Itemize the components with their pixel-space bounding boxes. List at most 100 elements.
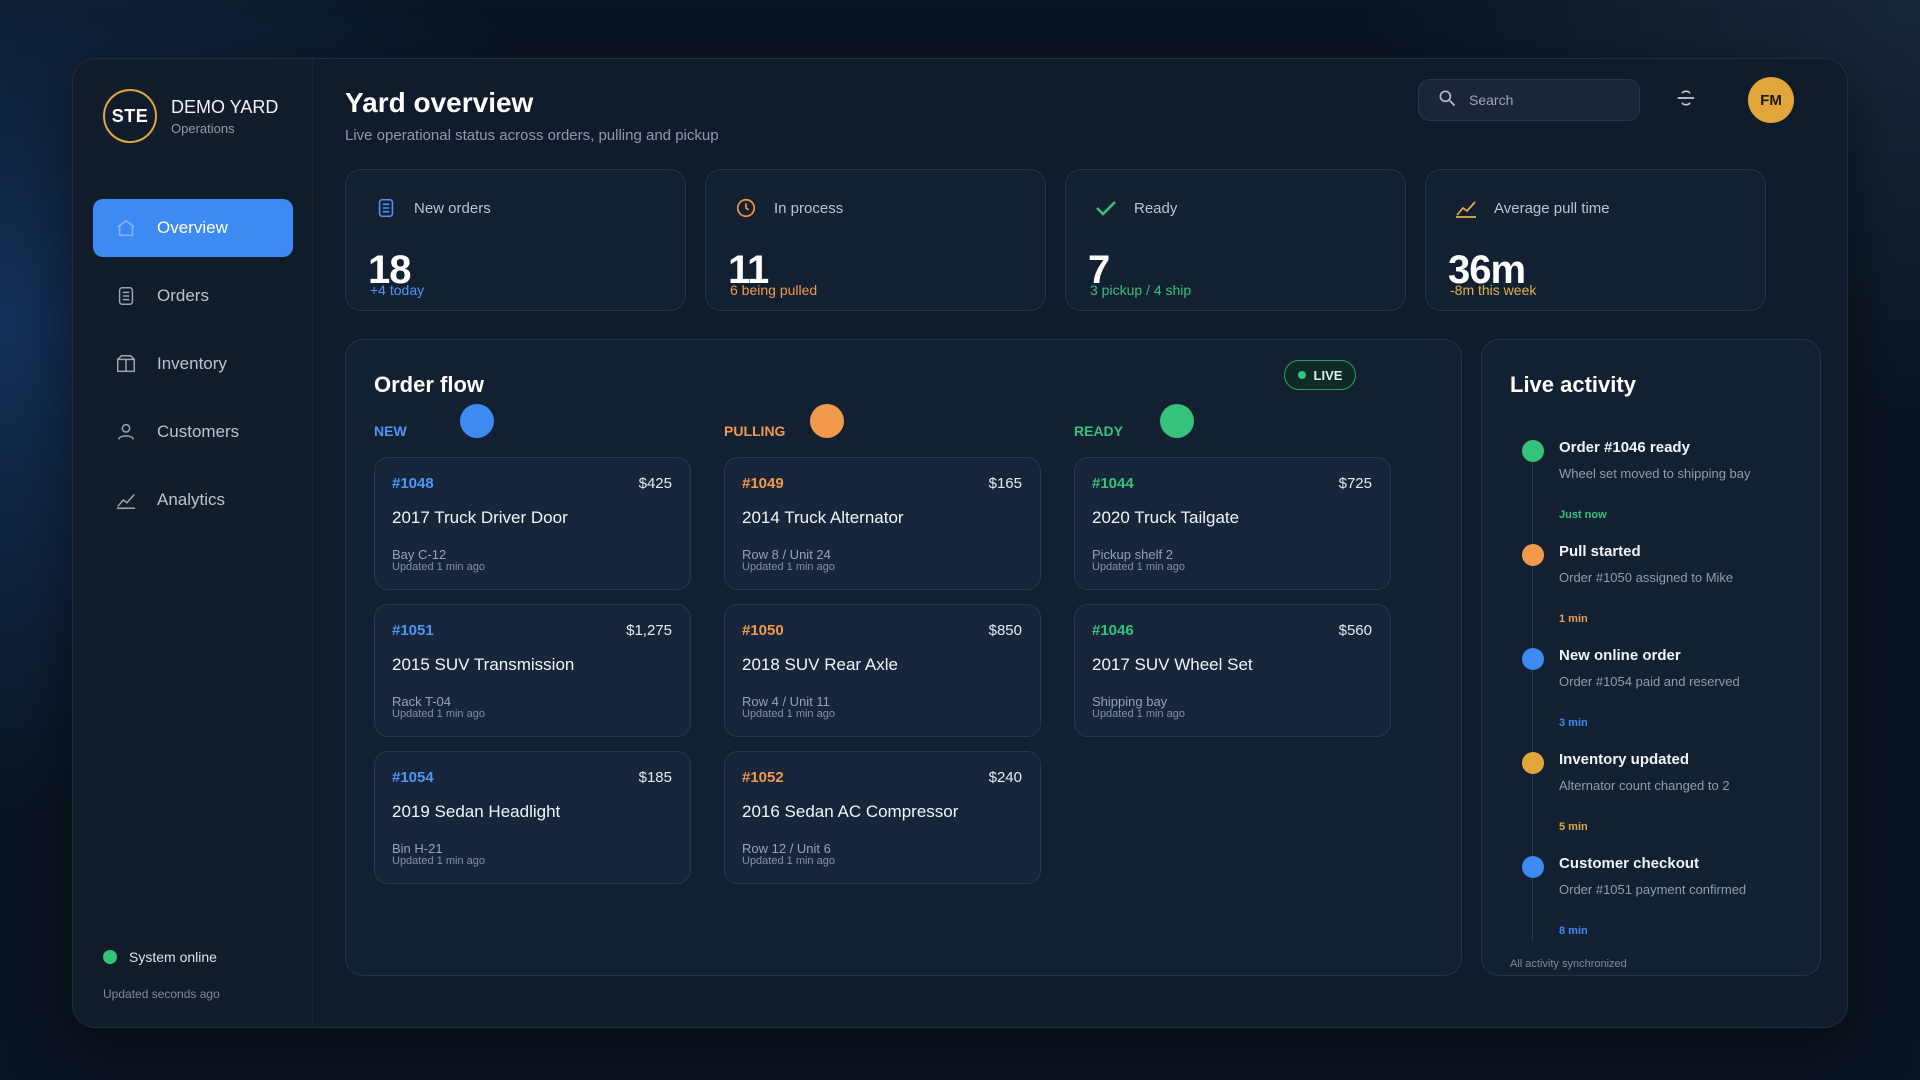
status-dot: [103, 950, 117, 964]
sidebar: STE DEMO YARD Operations Overview Orders: [73, 59, 313, 1027]
stat-card-in-process: In process 11 6 being pulled: [705, 169, 1046, 311]
order-location: Shipping bay: [1092, 694, 1168, 709]
activity-item: Customer checkout Order #1051 payment co…: [1482, 852, 1822, 956]
column-header-pulling: PULLING: [724, 423, 786, 439]
order-id: #1050: [742, 622, 784, 639]
app-window: STE DEMO YARD Operations Overview Orders: [72, 58, 1848, 1028]
brand-logo: STE: [103, 89, 157, 143]
search-input[interactable]: [1469, 92, 1629, 108]
search-box[interactable]: [1418, 79, 1640, 121]
order-card[interactable]: #1046 $560 2017 SUV Wheel Set Shipping b…: [1074, 604, 1391, 737]
order-location: Rack T-04: [392, 694, 452, 709]
stat-label: In process: [774, 199, 844, 217]
avatar[interactable]: FM: [1748, 77, 1794, 123]
sidebar-item-overview[interactable]: Overview: [93, 199, 293, 257]
activity-description: Order #1051 payment confirmed: [1559, 882, 1747, 897]
brand: STE DEMO YARD Operations: [103, 89, 278, 143]
sidebar-item-label: Analytics: [157, 490, 226, 509]
column-dot-new: [460, 404, 494, 438]
column-dot-pulling: [810, 404, 844, 438]
order-updated: Updated 1 min ago: [742, 561, 835, 573]
order-id: #1054: [392, 769, 434, 786]
column-header-ready: READY: [1074, 423, 1124, 439]
order-flow-title: Order flow: [374, 372, 485, 397]
sidebar-item-orders[interactable]: Orders: [93, 267, 293, 325]
order-card[interactable]: #1050 $850 2018 SUV Rear Axle Row 4 / Un…: [724, 604, 1041, 737]
order-location: Row 8 / Unit 24: [742, 547, 831, 562]
stat-note: -8m this week: [1450, 282, 1537, 298]
order-price: $850: [988, 622, 1022, 639]
order-card[interactable]: #1052 $240 2016 Sedan AC Compressor Row …: [724, 751, 1041, 884]
checkmark-icon: [1094, 196, 1118, 220]
activity-item: Inventory updated Alternator count chang…: [1482, 748, 1822, 852]
order-price: $1,275: [626, 622, 672, 639]
brand-name: DEMO YARD: [171, 96, 279, 117]
document-icon: [115, 285, 137, 307]
stat-card-new-orders: New orders 18 +4 today: [345, 169, 686, 311]
order-location: Row 4 / Unit 11: [742, 694, 830, 709]
activity-item: Pull started Order #1050 assigned to Mik…: [1482, 540, 1822, 644]
order-id: #1052: [742, 769, 784, 786]
order-updated: Updated 1 min ago: [742, 708, 835, 720]
stat-card-average-pull-time: Average pull time 36m -8m this week: [1425, 169, 1766, 311]
order-price: $240: [988, 769, 1022, 786]
document-icon: [374, 196, 398, 220]
sidebar-item-label: Customers: [157, 422, 240, 441]
order-id: #1049: [742, 475, 784, 492]
order-card[interactable]: #1048 $425 2017 Truck Driver Door Bay C-…: [374, 457, 691, 590]
activity-time: 1 min: [1559, 613, 1588, 625]
column-dot-ready: [1160, 404, 1194, 438]
order-location: Row 12 / Unit 6: [742, 841, 831, 856]
stat-note: +4 today: [370, 282, 425, 298]
order-price: $185: [638, 769, 672, 786]
order-title: 2017 Truck Driver Door: [392, 508, 568, 527]
order-card[interactable]: #1049 $165 2014 Truck Alternator Row 8 /…: [724, 457, 1041, 590]
activity-description: Wheel set moved to shipping bay: [1559, 466, 1751, 481]
sidebar-item-inventory[interactable]: Inventory: [93, 335, 293, 393]
activity-name: Customer checkout: [1559, 855, 1700, 872]
order-location: Pickup shelf 2: [1092, 547, 1173, 562]
activity-dot: [1522, 440, 1544, 462]
box-icon: [115, 353, 137, 375]
chart-line-icon: [1454, 196, 1478, 220]
home-icon: [115, 217, 137, 239]
live-activity-title: Live activity: [1510, 372, 1636, 397]
order-id: #1046: [1092, 622, 1134, 639]
order-updated: Updated 1 min ago: [1092, 561, 1185, 573]
activity-name: New online order: [1559, 647, 1681, 664]
system-status: System online Updated seconds ago: [103, 949, 220, 1001]
system-updated: Updated seconds ago: [103, 987, 220, 1001]
stat-note: 3 pickup / 4 ship: [1090, 282, 1192, 298]
sidebar-item-customers[interactable]: Customers: [93, 403, 293, 461]
activity-time: 8 min: [1559, 925, 1588, 937]
order-id: #1044: [1092, 475, 1134, 492]
sidebar-item-analytics[interactable]: Analytics: [93, 471, 293, 529]
order-card[interactable]: #1051 $1,275 2015 SUV Transmission Rack …: [374, 604, 691, 737]
order-updated: Updated 1 min ago: [392, 561, 485, 573]
order-card[interactable]: #1054 $185 2019 Sedan Headlight Bin H-21…: [374, 751, 691, 884]
activity-name: Inventory updated: [1559, 751, 1690, 768]
settings-button[interactable]: [1671, 85, 1701, 115]
order-price: $560: [1338, 622, 1372, 639]
order-title: 2015 SUV Transmission: [392, 655, 575, 674]
order-title: 2016 Sedan AC Compressor: [742, 802, 959, 821]
page-title: Yard overview: [345, 87, 534, 118]
activity-dot: [1522, 544, 1544, 566]
order-id: #1051: [392, 622, 434, 639]
order-price: $165: [988, 475, 1022, 492]
stat-card-ready: Ready 7 3 pickup / 4 ship: [1065, 169, 1406, 311]
page-subtitle: Live operational status across orders, p…: [345, 127, 719, 144]
brand-subtitle: Operations: [171, 120, 235, 136]
order-title: 2020 Truck Tailgate: [1092, 508, 1240, 527]
activity-dot: [1522, 752, 1544, 774]
activity-dot: [1522, 648, 1544, 670]
sidebar-item-label: Overview: [157, 218, 228, 237]
order-location: Bay C-12: [392, 547, 447, 562]
live-badge: LIVE: [1284, 360, 1356, 390]
sidebar-nav: Overview Orders Inventory Customers Anal…: [93, 199, 293, 539]
order-title: 2017 SUV Wheel Set: [1092, 655, 1253, 674]
activity-item: Order #1046 ready Wheel set moved to shi…: [1482, 436, 1822, 540]
order-card[interactable]: #1044 $725 2020 Truck Tailgate Pickup sh…: [1074, 457, 1391, 590]
activity-description: Order #1050 assigned to Mike: [1559, 570, 1734, 585]
stat-label: Average pull time: [1494, 199, 1610, 217]
